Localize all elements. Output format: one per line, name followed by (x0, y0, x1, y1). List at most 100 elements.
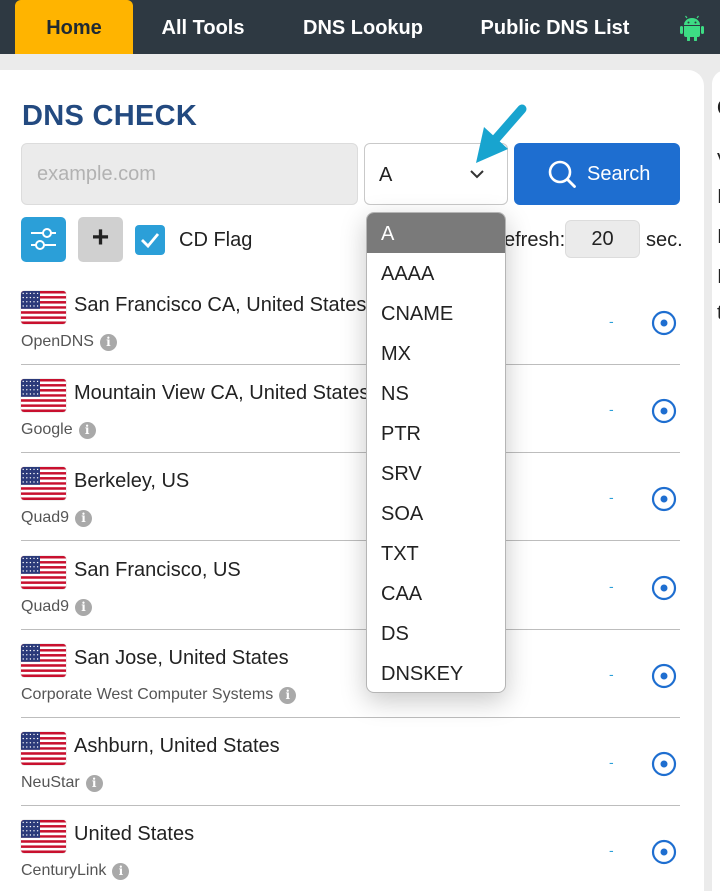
search-button[interactable]: Search (514, 143, 680, 205)
server-row: San Francisco, US Quad9 i - (21, 542, 680, 630)
sliders-icon (31, 228, 56, 250)
locate-icon (651, 663, 677, 688)
locate-icon (651, 310, 677, 336)
record-type-option[interactable]: DNSKEY (367, 653, 505, 692)
server-location: Berkeley, US (74, 470, 190, 493)
locate-icon (651, 751, 677, 777)
server-provider: Quad9 i (21, 509, 93, 528)
nav-tab-dns-lookup[interactable]: DNS Lookup (289, 0, 437, 54)
record-type-option[interactable]: PTR (367, 413, 505, 453)
server-result: - (609, 665, 614, 682)
server-result: - (609, 313, 614, 329)
record-type-option[interactable]: SOA (367, 493, 505, 533)
server-provider: Corporate West Computer Systems i (21, 685, 297, 704)
server-provider: Google i (21, 421, 96, 440)
side-panel: C V I I I t (712, 70, 720, 891)
add-button[interactable]: + (78, 217, 123, 262)
domain-input[interactable] (21, 143, 358, 205)
locate-button[interactable] (651, 663, 677, 689)
search-button-label: Search (587, 163, 651, 185)
top-navigation: Home All Tools DNS Lookup Public DNS Lis… (0, 0, 720, 54)
info-icon[interactable]: i (75, 598, 93, 616)
provider-name: CenturyLink (21, 862, 107, 880)
locate-button[interactable] (651, 575, 677, 601)
info-icon[interactable]: i (75, 510, 93, 528)
record-type-option[interactable]: TXT (367, 533, 505, 573)
nav-tab-public-dns-list[interactable]: Public DNS List (469, 0, 641, 54)
server-result: - (609, 401, 614, 418)
flag (21, 379, 66, 413)
cd-flag-label: CD Flag (179, 229, 253, 251)
us-flag-icon (21, 555, 66, 589)
locate-button[interactable] (651, 310, 677, 336)
server-provider: CenturyLink i (21, 862, 130, 881)
seconds-label: sec. (646, 229, 683, 251)
nav-tab-home[interactable]: Home (15, 0, 133, 54)
record-type-value: A (379, 164, 393, 186)
locate-icon (651, 487, 677, 512)
locate-button[interactable] (651, 398, 677, 424)
info-icon[interactable]: i (99, 334, 117, 351)
record-type-option[interactable]: DS (367, 613, 505, 653)
settings-button[interactable] (21, 217, 66, 262)
server-provider: NeuStar i (21, 774, 103, 792)
us-flag-icon (21, 379, 66, 413)
info-icon[interactable]: i (85, 775, 103, 792)
record-type-option[interactable]: MX (367, 333, 505, 373)
server-row: San Jose, United States Corporate West C… (21, 630, 680, 718)
server-location: United States (74, 823, 195, 846)
locate-icon (651, 840, 677, 865)
record-type-option[interactable]: SRV (367, 453, 505, 493)
us-flag-icon (21, 467, 66, 501)
refresh-interval-input[interactable] (565, 220, 640, 258)
info-icon[interactable]: i (112, 863, 130, 881)
nav-tab-all-tools[interactable]: All Tools (146, 0, 260, 54)
us-flag-icon (21, 820, 66, 854)
flag (21, 291, 66, 324)
us-flag-icon (21, 732, 66, 765)
server-provider: OpenDNS i (21, 333, 117, 351)
dns-check-card: DNS CHECK A Search + CD Flag efresh: sec… (0, 70, 704, 891)
locate-button[interactable] (651, 839, 677, 865)
locate-button[interactable] (651, 486, 677, 512)
server-location: San Francisco, US (74, 558, 241, 581)
search-icon (548, 160, 576, 188)
info-icon[interactable]: i (279, 686, 297, 704)
server-row: Mountain View CA, United States Google i … (21, 365, 680, 454)
flag (21, 467, 66, 501)
record-type-dropdown: A AAAA CNAME MX NS PTR SRV SOA TXT CAA DS DNSKEY (366, 212, 506, 693)
record-type-option[interactable]: CAA (367, 573, 505, 613)
server-result: - (609, 754, 614, 770)
server-location: San Jose, United States (74, 646, 289, 669)
server-location: Mountain View CA, United States (74, 382, 370, 405)
flag (21, 643, 66, 677)
flag (21, 555, 66, 589)
provider-name: Quad9 (21, 509, 70, 527)
page-title: DNS CHECK (22, 100, 198, 132)
server-row: United States CenturyLink i - (21, 806, 680, 891)
provider-name: NeuStar (21, 774, 80, 791)
plus-icon: + (91, 221, 110, 254)
provider-name: Corporate West Computer Systems (21, 685, 274, 703)
locate-button[interactable] (651, 751, 677, 777)
server-result: - (609, 842, 614, 859)
cd-flag-checkbox[interactable] (135, 225, 165, 255)
server-row: San Francisco CA, United States OpenDNS i… (21, 277, 680, 365)
record-type-option[interactable]: A (367, 213, 505, 253)
flag (21, 820, 66, 854)
record-type-option[interactable]: CNAME (367, 293, 505, 333)
arrow-pointer-icon (476, 104, 527, 163)
android-icon[interactable] (679, 15, 705, 41)
us-flag-icon (21, 291, 66, 324)
server-location: Ashburn, United States (74, 735, 280, 757)
locate-icon (651, 399, 677, 424)
record-type-option[interactable]: AAAA (367, 253, 505, 293)
provider-name: Google (21, 421, 73, 439)
info-icon[interactable]: i (78, 422, 96, 440)
flag (21, 732, 66, 765)
server-row: Ashburn, United States NeuStar i - (21, 718, 680, 806)
record-type-option[interactable]: NS (367, 373, 505, 413)
server-provider: Quad9 i (21, 598, 93, 616)
server-result: - (609, 489, 614, 506)
refresh-label: efresh: (504, 229, 566, 251)
